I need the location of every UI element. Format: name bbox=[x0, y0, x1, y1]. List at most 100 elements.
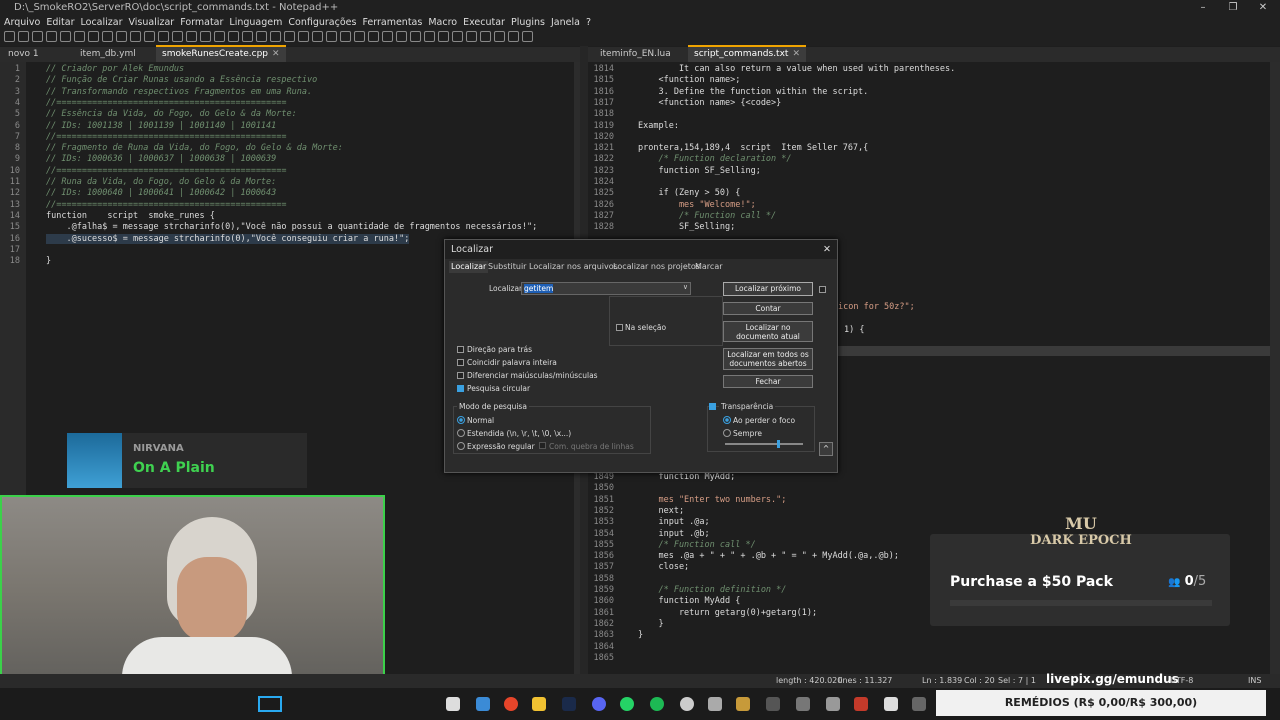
code-line[interactable]: It can also return a value when used wit… bbox=[638, 64, 955, 74]
app-icon[interactable] bbox=[796, 697, 810, 711]
on-lose-focus-radio[interactable] bbox=[723, 416, 731, 424]
find-in-document-button[interactable]: Localizar no documento atual bbox=[723, 321, 813, 342]
toolbar-button-icon[interactable] bbox=[312, 31, 323, 42]
chevron-down-icon[interactable]: ∨ bbox=[683, 283, 688, 291]
whatsapp-icon[interactable] bbox=[620, 697, 634, 711]
menu-item[interactable]: Plugins bbox=[511, 17, 545, 28]
right-scrollbar[interactable] bbox=[1270, 62, 1280, 674]
mode-extended-radio[interactable] bbox=[457, 429, 465, 437]
code-line[interactable]: if (Zeny > 50) { bbox=[638, 188, 740, 198]
code-line[interactable]: //======================================… bbox=[46, 98, 287, 108]
app-icon[interactable] bbox=[912, 697, 926, 711]
code-line[interactable]: next; bbox=[638, 506, 684, 516]
tab-mark[interactable]: Marcar bbox=[693, 261, 725, 273]
app-icon[interactable] bbox=[884, 697, 898, 711]
code-line[interactable]: .@sucesso$ = message strcharinfo(0),"Voc… bbox=[46, 233, 410, 244]
toolbar-button-icon[interactable] bbox=[116, 31, 127, 42]
code-line[interactable]: input .@a; bbox=[638, 517, 709, 527]
toolbar-button-icon[interactable] bbox=[18, 31, 29, 42]
code-line[interactable]: //======================================… bbox=[46, 166, 287, 176]
backward-checkbox[interactable] bbox=[457, 346, 464, 353]
code-line[interactable]: <function name>; bbox=[638, 75, 740, 85]
code-line[interactable]: Example: bbox=[638, 121, 679, 131]
code-line[interactable]: prontera,154,189,4 script Item Seller 76… bbox=[638, 143, 868, 153]
menu-item[interactable]: Localizar bbox=[81, 17, 123, 28]
menu-item[interactable]: Formatar bbox=[180, 17, 223, 28]
toolbar-button-icon[interactable] bbox=[396, 31, 407, 42]
code-line[interactable]: /* Function declaration */ bbox=[638, 154, 791, 164]
folder-icon[interactable] bbox=[532, 697, 546, 711]
code-line[interactable]: } bbox=[46, 256, 51, 266]
toolbar-button-icon[interactable] bbox=[270, 31, 281, 42]
toolbar-button-icon[interactable] bbox=[410, 31, 421, 42]
toolbar-button-icon[interactable] bbox=[158, 31, 169, 42]
dot-newline-checkbox[interactable] bbox=[539, 442, 546, 449]
toolbar-button-icon[interactable] bbox=[494, 31, 505, 42]
toolbar-button-icon[interactable] bbox=[466, 31, 477, 42]
toolbar-button-icon[interactable] bbox=[4, 31, 15, 42]
maximize-button[interactable]: ❐ bbox=[1218, 0, 1248, 16]
toolbar-button-icon[interactable] bbox=[172, 31, 183, 42]
in-selection-checkbox[interactable] bbox=[616, 324, 623, 331]
code-line[interactable]: mes "Welcome!"; bbox=[638, 200, 756, 210]
menu-item[interactable]: Janela bbox=[551, 17, 580, 28]
minimize-button[interactable]: – bbox=[1188, 0, 1218, 16]
toolbar-button-icon[interactable] bbox=[228, 31, 239, 42]
code-line[interactable]: // IDs: 1001138 | 1001139 | 1001140 | 10… bbox=[46, 121, 276, 131]
mode-normal-radio[interactable] bbox=[457, 416, 465, 424]
tab-item-db[interactable]: item_db.yml bbox=[74, 47, 142, 62]
toolbar-button-icon[interactable] bbox=[32, 31, 43, 42]
close-tab-icon[interactable]: ✕ bbox=[272, 49, 280, 59]
spotify-icon[interactable] bbox=[650, 697, 664, 711]
toolbar-button-icon[interactable] bbox=[46, 31, 57, 42]
app-icon[interactable] bbox=[736, 697, 750, 711]
find-dialog-titlebar[interactable]: Localizar ✕ bbox=[445, 240, 837, 259]
code-line[interactable]: // Função de Criar Runas usando a Essênc… bbox=[46, 75, 317, 85]
widgets-icon[interactable] bbox=[476, 697, 490, 711]
code-line[interactable]: 3. Define the function within the script… bbox=[638, 87, 868, 97]
whole-word-checkbox[interactable] bbox=[457, 359, 464, 366]
menu-item[interactable]: Configurações bbox=[288, 17, 356, 28]
browser-icon[interactable] bbox=[504, 697, 518, 711]
toolbar-button-icon[interactable] bbox=[256, 31, 267, 42]
task-view-icon[interactable] bbox=[446, 697, 460, 711]
always-radio[interactable] bbox=[723, 429, 731, 437]
toolbar-button-icon[interactable] bbox=[522, 31, 533, 42]
mode-regex-radio[interactable] bbox=[457, 442, 465, 450]
close-dialog-button[interactable]: Fechar bbox=[723, 375, 813, 388]
tab-iteminfo[interactable]: iteminfo_EN.lua bbox=[594, 47, 677, 62]
toolbar-button-icon[interactable] bbox=[88, 31, 99, 42]
close-button[interactable]: ✕ bbox=[1248, 0, 1278, 16]
toolbar-button-icon[interactable] bbox=[368, 31, 379, 42]
toolbar-button-icon[interactable] bbox=[452, 31, 463, 42]
discord-icon[interactable] bbox=[592, 697, 606, 711]
code-line[interactable]: // Criador por Alek Emundus bbox=[46, 64, 184, 74]
toolbar-button-icon[interactable] bbox=[508, 31, 519, 42]
find-input[interactable]: getitem ∨ bbox=[521, 282, 691, 295]
app-icon[interactable] bbox=[680, 697, 694, 711]
toolbar-button-icon[interactable] bbox=[60, 31, 71, 42]
code-line[interactable]: } bbox=[638, 630, 643, 640]
toolbar-button-icon[interactable] bbox=[354, 31, 365, 42]
app-icon[interactable] bbox=[766, 697, 780, 711]
app-icon[interactable] bbox=[826, 697, 840, 711]
code-line[interactable]: //======================================… bbox=[46, 200, 287, 210]
toolbar-button-icon[interactable] bbox=[284, 31, 295, 42]
close-tab-icon[interactable]: ✕ bbox=[792, 49, 800, 59]
code-line[interactable]: .@falha$ = message strcharinfo(0),"Você … bbox=[46, 222, 537, 232]
code-line[interactable]: // Runa da Vida, do Fogo, do Gelo & da M… bbox=[46, 177, 276, 187]
tab-novo-1[interactable]: novo 1 bbox=[2, 47, 45, 62]
window-icon[interactable] bbox=[258, 696, 282, 712]
toolbar-button-icon[interactable] bbox=[326, 31, 337, 42]
code-line[interactable]: } bbox=[638, 619, 663, 629]
app-icon[interactable] bbox=[854, 697, 868, 711]
code-line[interactable]: close; bbox=[638, 562, 689, 572]
tab-smokerunescreate[interactable]: smokeRunesCreate.cpp ✕ bbox=[156, 45, 286, 62]
toolbar-button-icon[interactable] bbox=[438, 31, 449, 42]
menu-item[interactable]: Editar bbox=[46, 17, 74, 28]
code-line[interactable]: // IDs: 1000640 | 1000641 | 1000642 | 10… bbox=[46, 188, 276, 198]
find-next-option-checkbox[interactable] bbox=[819, 286, 826, 293]
toolbar-button-icon[interactable] bbox=[424, 31, 435, 42]
toolbar-button-icon[interactable] bbox=[186, 31, 197, 42]
tab-find-in-files[interactable]: Localizar nos arquivos bbox=[527, 261, 620, 273]
